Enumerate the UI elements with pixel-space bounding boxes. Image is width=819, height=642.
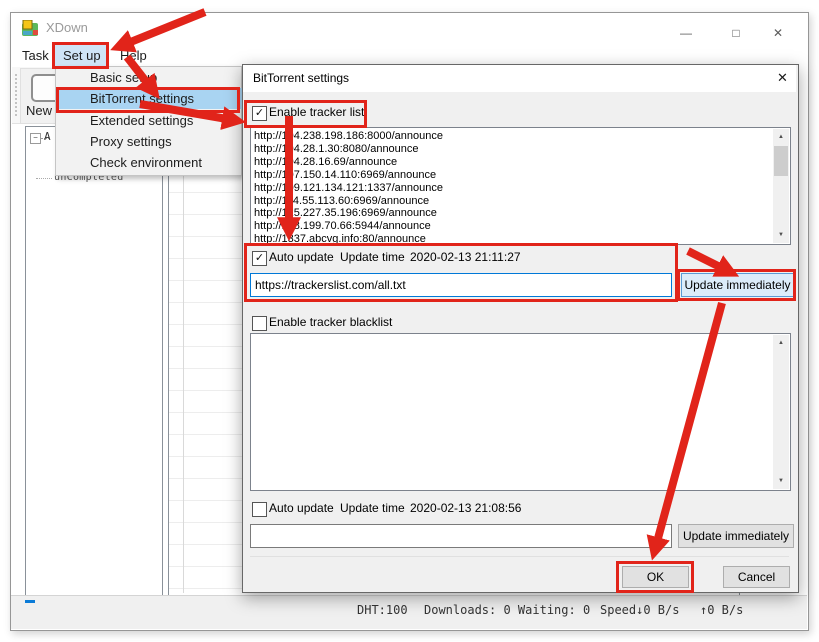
blacklist-auto-update-label: Auto update xyxy=(269,501,334,515)
menu-item-proxy-settings[interactable]: Proxy settings xyxy=(56,131,273,152)
tree-expander-icon[interactable]: − xyxy=(30,133,41,144)
tracker-url-listbox[interactable]: http://104.238.198.186:8000/announce htt… xyxy=(250,127,791,245)
close-icon: ✕ xyxy=(773,26,783,40)
minimize-button[interactable]: — xyxy=(670,22,702,44)
dialog-divider xyxy=(250,556,789,557)
annotation-box-enable-tracker xyxy=(244,100,367,128)
dialog-close-button[interactable]: ✕ xyxy=(769,66,796,90)
menu-item-basic-setup[interactable]: Basic setup xyxy=(56,67,273,88)
desktop: XDown — □ ✕ Task Set up Help New − A unC… xyxy=(0,0,819,642)
dialog-close-icon: ✕ xyxy=(777,70,788,86)
menu-task[interactable]: Task xyxy=(14,44,57,67)
tracker-blacklist-listbox[interactable]: ▲ ▼ xyxy=(250,333,791,491)
new-task-label: New xyxy=(26,103,52,118)
tracker-url: http://109.121.134.121:1337/announce xyxy=(251,182,790,195)
tracker-list-scrollbar[interactable]: ▲ ▼ xyxy=(773,129,789,243)
menu-help[interactable]: Help xyxy=(112,44,155,67)
enable-tracker-blacklist-label: Enable tracker blacklist xyxy=(269,315,392,329)
blacklist-update-time-label: Update time xyxy=(340,501,405,515)
annotation-box-update-immediately xyxy=(677,269,796,301)
tracker-url: http://125.227.35.196:6969/announce xyxy=(251,207,790,220)
status-downloads: Downloads: 0 Waiting: 0 xyxy=(424,603,590,617)
tracker-url: http://104.28.16.69/announce xyxy=(251,156,790,169)
window-title: XDown xyxy=(46,20,88,35)
task-tree-panel[interactable] xyxy=(25,126,163,596)
tracker-url: http://104.28.1.30:8080/announce xyxy=(251,143,790,156)
blacklist-scrollbar[interactable]: ▲ ▼ xyxy=(773,335,789,489)
menu-item-check-environment[interactable]: Check environment xyxy=(56,152,273,173)
blacklist-update-time-value: 2020-02-13 21:08:56 xyxy=(410,501,521,515)
list-column-divider xyxy=(183,127,184,593)
blacklist-auto-update-checkbox[interactable] xyxy=(252,502,267,517)
enable-tracker-blacklist-checkbox[interactable] xyxy=(252,316,267,331)
tracker-url: http://104.238.198.186:8000/announce xyxy=(251,130,790,143)
scrollbar-thumb[interactable] xyxy=(774,146,788,176)
annotation-box-ok xyxy=(616,561,694,593)
status-bar xyxy=(11,595,807,629)
dialog-title: BitTorrent settings xyxy=(253,71,349,85)
blacklist-update-immediately-button[interactable]: Update immediately xyxy=(678,524,794,548)
tracker-url: http://107.150.14.110:6969/announce xyxy=(251,169,790,182)
tree-connector xyxy=(36,178,52,179)
app-icon xyxy=(22,20,38,36)
scroll-down-icon[interactable]: ▼ xyxy=(773,227,789,243)
annotation-box-bittorrent-settings xyxy=(56,87,240,113)
tree-root-item[interactable]: A xyxy=(44,130,51,143)
tracker-url: http://114.55.113.60:6969/announce xyxy=(251,195,790,208)
maximize-icon: □ xyxy=(732,26,739,40)
minimize-icon: — xyxy=(680,26,692,40)
scroll-down-icon[interactable]: ▼ xyxy=(773,473,789,489)
blacklist-url-input[interactable] xyxy=(250,524,672,548)
scroll-up-icon[interactable]: ▲ xyxy=(773,335,789,351)
scroll-up-icon[interactable]: ▲ xyxy=(773,129,789,145)
cancel-button[interactable]: Cancel xyxy=(723,566,790,588)
status-dht: DHT:100 xyxy=(357,603,408,617)
status-speed-up: ↑0 B/s xyxy=(700,603,743,617)
annotation-box-setup xyxy=(52,42,109,69)
status-indicator xyxy=(25,600,35,603)
annotation-box-auto-update xyxy=(244,243,678,302)
maximize-button[interactable]: □ xyxy=(720,22,752,44)
tracker-url: http://128.199.70.66:5944/announce xyxy=(251,220,790,233)
menu-item-extended-settings[interactable]: Extended settings xyxy=(56,110,273,131)
status-speed-down: Speed↓0 B/s xyxy=(600,603,679,617)
close-button[interactable]: ✕ xyxy=(762,22,794,44)
